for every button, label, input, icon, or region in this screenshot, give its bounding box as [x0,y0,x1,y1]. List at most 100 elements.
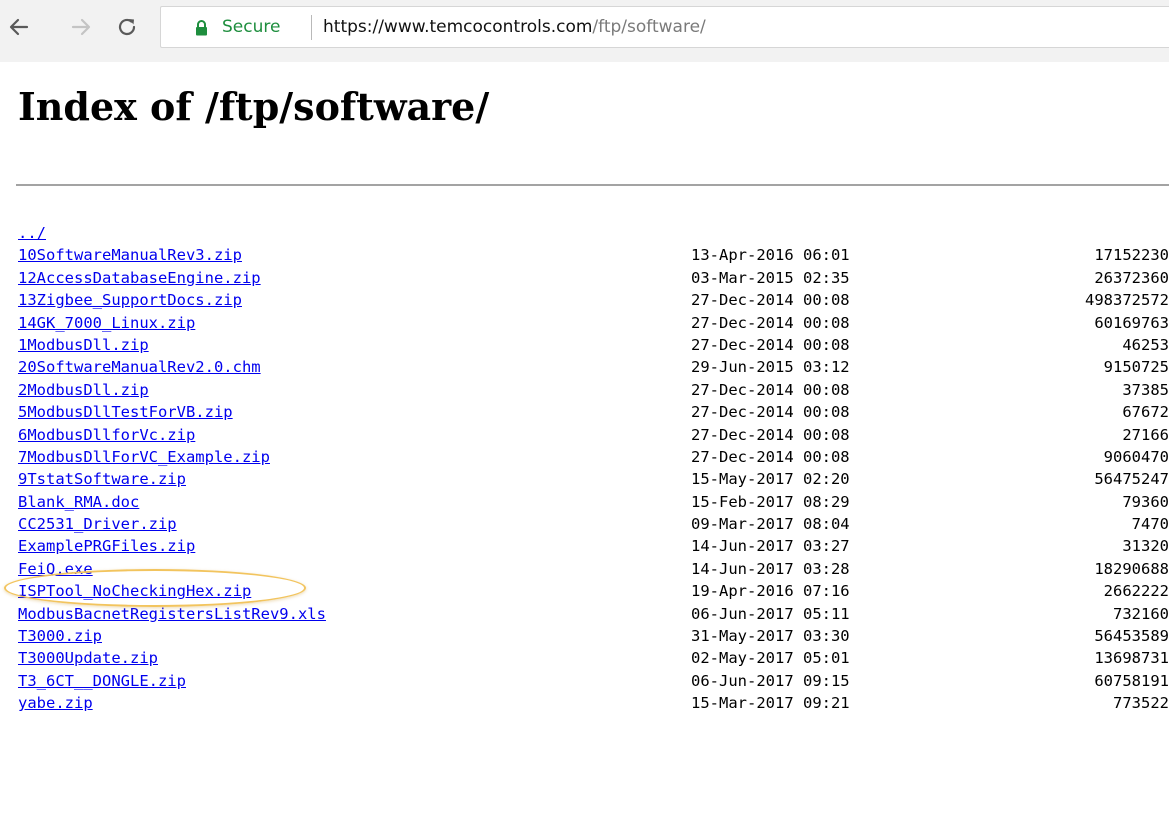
browser-toolbar: Secure https://www.temcocontrols.com/ftp… [0,0,1169,62]
file-date: 15-Mar-2017 09:21 [691,694,850,713]
file-link[interactable]: T3000.zip [18,627,102,645]
file-size: 46253 [1122,335,1169,354]
file-row: FeiQ.exe 14-Jun-2017 03:28 18290688 [18,558,1169,580]
reload-button[interactable] [114,14,140,40]
file-date: 31-May-2017 03:30 [691,627,850,646]
file-date: 14-Jun-2017 03:27 [691,537,850,556]
file-date: 27-Dec-2014 00:08 [691,291,850,310]
file-row: 9TstatSoftware.zip 15-May-2017 02:20 56475… [18,468,1169,490]
file-row: 1ModbusDll.zip 27-Dec-2014 00:08 46253 [18,334,1169,356]
file-date: 15-Feb-2017 08:29 [691,492,850,511]
file-link[interactable]: 1ModbusDll.zip [18,336,149,354]
file-listing: ../ 10SoftwareManualRev3.zip 13-Apr-2016 … [18,222,1169,715]
url-path: /ftp/software/ [592,17,706,37]
url-host: https://www.temcocontrols.com [323,17,593,37]
file-size: 2662222 [1103,582,1169,601]
file-link[interactable]: ModbusBacnetRegistersListRev9.xls [18,605,326,623]
file-size: 56475247 [1094,470,1169,489]
file-row: 12AccessDatabaseEngine.zip 03-Mar-2015 02… [18,267,1169,289]
file-row: yabe.zip 15-Mar-2017 09:21 773522 [18,692,1169,714]
file-link[interactable]: ExamplePRGFiles.zip [18,537,195,555]
parent-directory-link[interactable]: ../ [18,224,46,242]
back-arrow-icon [9,18,29,36]
divider [16,184,1169,186]
file-row: 2ModbusDll.zip 27-Dec-2014 00:08 37385 [18,379,1169,401]
file-date: 27-Dec-2014 00:08 [691,447,850,466]
file-size: 60169763 [1094,313,1169,332]
page-title: Index of /ftp/software/ [18,84,490,129]
url-text[interactable]: https://www.temcocontrols.com/ftp/softwa… [323,17,706,37]
file-size: 18290688 [1094,559,1169,578]
file-size: 17152230 [1094,246,1169,265]
file-row: T3000.zip 31-May-2017 03:30 56453589 [18,625,1169,647]
file-date: 27-Dec-2014 00:08 [691,403,850,422]
file-link[interactable]: 2ModbusDll.zip [18,381,149,399]
file-link[interactable]: FeiQ.exe [18,560,93,578]
file-link[interactable]: 13Zigbee_SupportDocs.zip [18,291,242,309]
file-size: 13698731 [1094,649,1169,668]
forward-button[interactable] [68,14,94,40]
file-date: 27-Dec-2014 00:08 [691,425,850,444]
file-row: 13Zigbee_SupportDocs.zip 27-Dec-2014 00:0… [18,289,1169,311]
file-link[interactable]: CC2531_Driver.zip [18,515,177,533]
file-size: 27166 [1122,425,1169,444]
file-row: Blank_RMA.doc 15-Feb-2017 08:29 79360 [18,491,1169,513]
file-row: 10SoftwareManualRev3.zip 13-Apr-2016 06:0… [18,244,1169,266]
file-row: T3_6CT__DONGLE.zip 06-Jun-2017 09:15 60758… [18,670,1169,692]
file-size: 498372572 [1085,291,1169,310]
back-button[interactable] [6,14,32,40]
file-link[interactable]: Blank_RMA.doc [18,493,139,511]
file-link[interactable]: yabe.zip [18,694,93,712]
file-date: 15-May-2017 02:20 [691,470,850,489]
file-size: 773522 [1113,694,1169,713]
file-row: CC2531_Driver.zip 09-Mar-2017 08:04 7470 [18,513,1169,535]
file-date: 13-Apr-2016 06:01 [691,246,850,265]
file-row: ExamplePRGFiles.zip 14-Jun-2017 03:27 3132… [18,535,1169,557]
parent-row: ../ [18,222,1169,244]
file-size: 26372360 [1094,268,1169,287]
file-date: 29-Jun-2015 03:12 [691,358,850,377]
file-date: 19-Apr-2016 07:16 [691,582,850,601]
file-date: 27-Dec-2014 00:08 [691,335,850,354]
file-size: 7470 [1131,515,1169,534]
file-row: 20SoftwareManualRev2.0.chm 29-Jun-2015 03… [18,356,1169,378]
file-date: 06-Jun-2017 05:11 [691,604,850,623]
reload-icon [118,18,136,36]
file-link[interactable]: T3000Update.zip [18,649,158,667]
file-row: 7ModbusDllForVC_Example.zip 27-Dec-2014 0… [18,446,1169,468]
file-row: ISPTool_NoCheckingHex.zip 19-Apr-2016 07:… [18,580,1169,602]
file-link[interactable]: 6ModbusDllforVc.zip [18,426,195,444]
forward-arrow-icon [71,18,91,36]
file-size: 37385 [1122,380,1169,399]
file-link[interactable]: 12AccessDatabaseEngine.zip [18,269,261,287]
file-link[interactable]: 9TstatSoftware.zip [18,470,186,488]
file-row: T3000Update.zip 02-May-2017 05:01 13698731 [18,647,1169,669]
file-row: 6ModbusDllforVc.zip 27-Dec-2014 00:08 2716… [18,424,1169,446]
file-link[interactable]: 5ModbusDllTestForVB.zip [18,403,233,421]
file-link[interactable]: 7ModbusDllForVC_Example.zip [18,448,270,466]
address-bar[interactable]: Secure https://www.temcocontrols.com/ftp… [160,6,1169,48]
file-size: 9060470 [1103,447,1169,466]
file-link[interactable]: 10SoftwareManualRev3.zip [18,246,242,264]
file-date: 14-Jun-2017 03:28 [691,559,850,578]
file-size: 9150725 [1103,358,1169,377]
file-date: 27-Dec-2014 00:08 [691,380,850,399]
file-date: 02-May-2017 05:01 [691,649,850,668]
secure-label: Secure [222,17,281,37]
file-date: 03-Mar-2015 02:35 [691,268,850,287]
file-size: 31320 [1122,537,1169,556]
file-link[interactable]: 14GK_7000_Linux.zip [18,314,195,332]
file-date: 27-Dec-2014 00:08 [691,313,850,332]
file-row: 14GK_7000_Linux.zip 27-Dec-2014 00:08 6016… [18,312,1169,334]
file-link[interactable]: T3_6CT__DONGLE.zip [18,672,186,690]
file-date: 06-Jun-2017 09:15 [691,671,850,690]
file-row: 5ModbusDllTestForVB.zip 27-Dec-2014 00:08… [18,401,1169,423]
file-date: 09-Mar-2017 08:04 [691,515,850,534]
file-size: 67672 [1122,403,1169,422]
file-size: 732160 [1113,604,1169,623]
file-link[interactable]: ISPTool_NoCheckingHex.zip [18,582,251,600]
lock-icon [196,20,207,36]
file-size: 60758191 [1094,671,1169,690]
file-link[interactable]: 20SoftwareManualRev2.0.chm [18,358,261,376]
file-row: ModbusBacnetRegistersListRev9.xls 06-Jun-… [18,603,1169,625]
